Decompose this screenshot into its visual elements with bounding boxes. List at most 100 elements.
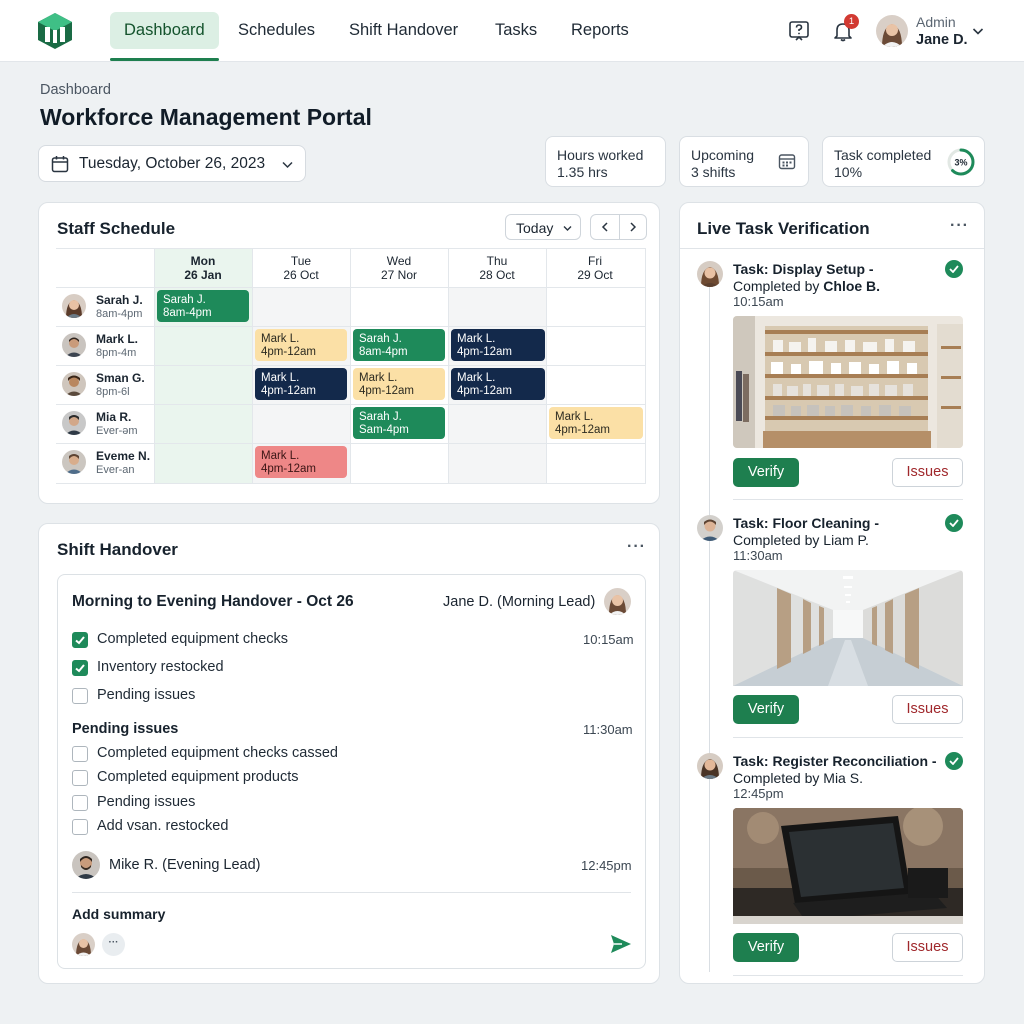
nav-tab-dashboard[interactable]: Dashboard bbox=[110, 12, 219, 61]
today-dropdown[interactable]: Today bbox=[505, 214, 581, 240]
task-photo-floor[interactable] bbox=[733, 570, 963, 702]
task-name: Task: Display Setup - bbox=[733, 261, 874, 277]
day-header-wed[interactable]: Wed 27 Nor bbox=[350, 254, 448, 282]
today-label: Today bbox=[516, 220, 554, 236]
stat-value: 10% bbox=[834, 164, 863, 180]
stat-label: Upcoming bbox=[691, 147, 755, 163]
calendar-icon bbox=[51, 156, 69, 173]
staff-name: Sarah J. bbox=[96, 293, 143, 307]
staff-hours: 8pm-6l bbox=[96, 386, 130, 398]
shift-block[interactable]: Mark L. 4pm-12am bbox=[549, 407, 643, 439]
issues-button[interactable]: Issues bbox=[892, 458, 963, 487]
staff-name: Mia R. bbox=[96, 410, 132, 424]
nav-tab-reports[interactable]: Reports bbox=[557, 12, 643, 49]
shift-block[interactable]: Sarah J. Sam-4pm bbox=[353, 407, 445, 439]
avatar bbox=[62, 333, 86, 357]
shift-block[interactable]: Mark L. 4pm-12am bbox=[353, 368, 445, 400]
day-header-mon[interactable]: Mon 26 Jan bbox=[154, 254, 252, 282]
avatar bbox=[62, 372, 86, 396]
staff-hours: Ever-əm bbox=[96, 425, 138, 437]
staff-hours: Ever-an bbox=[96, 464, 135, 476]
shift-block[interactable]: Mark L. 4pm-12am bbox=[255, 446, 347, 478]
shift-block[interactable]: Mark L. 4pm-12am bbox=[451, 329, 545, 361]
checkbox-pending-4[interactable] bbox=[72, 819, 88, 835]
checkbox-inventory[interactable] bbox=[72, 660, 88, 676]
breadcrumb[interactable]: Dashboard bbox=[40, 82, 111, 98]
evening-lead: Mike R. (Evening Lead) bbox=[109, 857, 261, 873]
task-completed-by: Completed by Mia S. bbox=[733, 770, 863, 786]
checklist-label: Completed equipment checks cassed bbox=[97, 745, 338, 761]
check-circle-icon bbox=[945, 514, 963, 532]
checkbox-pending-2[interactable] bbox=[72, 770, 88, 786]
more-options-icon[interactable]: ··· bbox=[627, 538, 646, 556]
shift-block[interactable]: Mark L. 4pm-12am bbox=[451, 368, 545, 400]
logo-icon[interactable] bbox=[38, 13, 72, 49]
add-summary-label: Add summary bbox=[72, 906, 166, 922]
checklist-label: Pending issues bbox=[97, 794, 196, 810]
shift-block[interactable]: Sarah J. 8am-4pm bbox=[353, 329, 445, 361]
task-time: 11:30am bbox=[733, 548, 783, 563]
verify-button[interactable]: Verify bbox=[733, 933, 799, 962]
avatar bbox=[697, 753, 723, 779]
checkbox-equipment-checks[interactable] bbox=[72, 632, 88, 648]
user-avatar[interactable] bbox=[876, 15, 908, 47]
issues-button[interactable]: Issues bbox=[892, 695, 963, 724]
chevron-down-icon[interactable] bbox=[971, 24, 985, 38]
issues-button[interactable]: Issues bbox=[892, 933, 963, 962]
chevron-left-icon[interactable] bbox=[599, 221, 611, 233]
staff-name: Sman G. bbox=[96, 371, 145, 385]
timestamp: 10:15am bbox=[583, 632, 634, 647]
pending-issues-heading: Pending issues bbox=[72, 721, 179, 737]
timestamp: 12:45pm bbox=[581, 858, 632, 873]
checklist-label: Add vsan. restocked bbox=[97, 818, 229, 834]
date-picker[interactable]: Tuesday, October 26, 2023 bbox=[38, 145, 306, 182]
task-name: Task: Register Reconciliation - bbox=[733, 753, 937, 769]
checklist-label: Completed equipment products bbox=[97, 769, 299, 785]
top-nav: Dashboard Schedules Shift Handover Tasks… bbox=[0, 0, 1024, 62]
day-header-tue[interactable]: Tue 26 Oct bbox=[252, 254, 350, 282]
day-header-fri[interactable]: Fri 29 Oct bbox=[546, 254, 644, 282]
verify-button[interactable]: Verify bbox=[733, 695, 799, 724]
shift-block[interactable]: Mark L. 4pm-12am bbox=[255, 368, 347, 400]
task-completed-by: Completed by Liam P. bbox=[733, 532, 869, 548]
task-photo-register[interactable] bbox=[733, 808, 963, 940]
stat-value: 1.35 hrs bbox=[557, 164, 608, 180]
schedule-grid: Mon 26 Jan Tue 26 Oct Wed 27 Nor Thu 28 Oct … bbox=[56, 248, 646, 484]
stat-task-completed: Task completed 10% 3% bbox=[822, 136, 985, 187]
avatar bbox=[62, 294, 86, 318]
nav-tab-tasks[interactable]: Tasks bbox=[481, 12, 551, 49]
user-name[interactable]: Jane D. bbox=[916, 32, 968, 48]
chevron-right-icon[interactable] bbox=[627, 221, 639, 233]
task-time: 12:45pm bbox=[733, 786, 784, 801]
stat-label: Hours worked bbox=[557, 147, 644, 163]
avatar bbox=[697, 515, 723, 541]
handover-heading: Morning to Evening Handover - Oct 26 bbox=[72, 593, 354, 610]
check-circle-icon bbox=[945, 260, 963, 278]
avatar bbox=[604, 588, 631, 615]
nav-tab-shift-handover[interactable]: Shift Handover bbox=[335, 12, 472, 49]
user-role: Admin bbox=[916, 14, 956, 30]
progress-ring: 3% bbox=[947, 148, 975, 176]
checkbox-pending-issues[interactable] bbox=[72, 688, 88, 704]
more-participants-icon[interactable]: ··· bbox=[102, 933, 125, 956]
shift-block[interactable]: Sarah J. 8am-4pm bbox=[157, 290, 249, 322]
checkbox-pending-1[interactable] bbox=[72, 746, 88, 762]
verify-button[interactable]: Verify bbox=[733, 458, 799, 487]
stat-hours-worked: Hours worked 1.35 hrs bbox=[545, 136, 666, 187]
task-photo-display[interactable] bbox=[733, 316, 963, 448]
avatar bbox=[62, 450, 86, 474]
help-icon[interactable] bbox=[788, 20, 810, 42]
staff-hours: 8am-4pm bbox=[96, 308, 143, 320]
checkbox-pending-3[interactable] bbox=[72, 795, 88, 811]
avatar bbox=[72, 933, 95, 956]
task-time: 10:15am bbox=[733, 294, 784, 309]
checklist-label: Completed equipment checks bbox=[97, 631, 289, 647]
day-header-thu[interactable]: Thu 28 Oct bbox=[448, 254, 546, 282]
checklist-label: Inventory restocked bbox=[97, 659, 224, 675]
nav-tab-schedules[interactable]: Schedules bbox=[224, 12, 329, 49]
avatar bbox=[72, 851, 100, 879]
more-options-icon[interactable]: ··· bbox=[950, 217, 969, 235]
send-icon[interactable] bbox=[610, 934, 632, 954]
chevron-down-icon bbox=[563, 226, 572, 231]
shift-block[interactable]: Mark L. 4pm-12am bbox=[255, 329, 347, 361]
